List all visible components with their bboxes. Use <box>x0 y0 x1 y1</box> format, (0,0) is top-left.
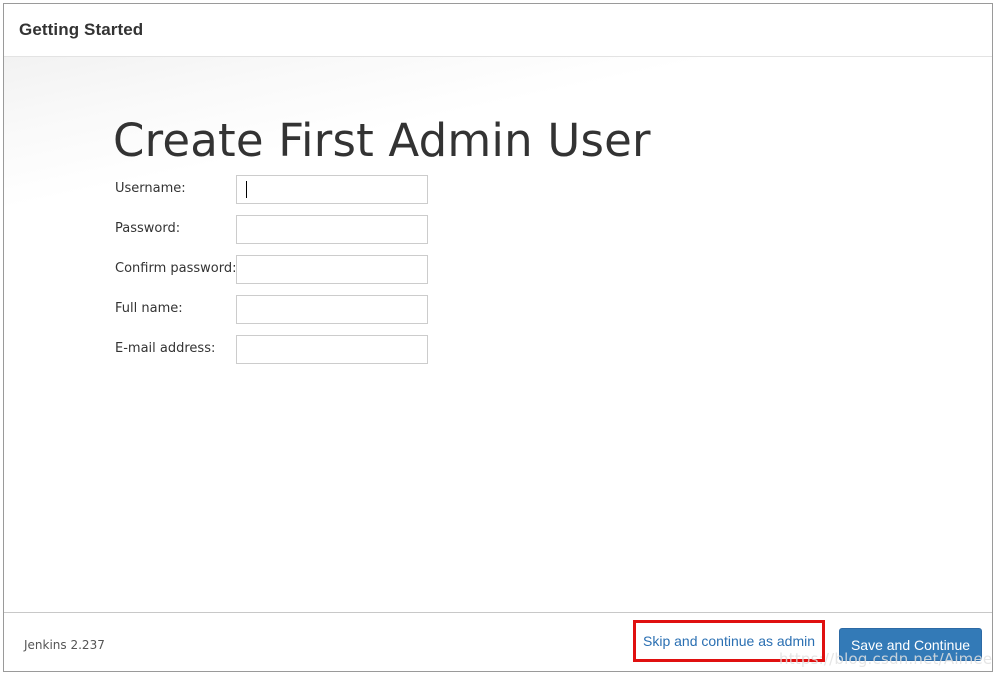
email-input[interactable] <box>236 335 428 364</box>
password-input[interactable] <box>236 215 428 244</box>
password-label: Password: <box>115 221 181 236</box>
confirm-password-input[interactable] <box>236 255 428 284</box>
username-label: Username: <box>115 181 186 196</box>
email-label: E-mail address: <box>115 341 216 356</box>
setup-wizard-dialog: Getting Started Create First Admin User … <box>3 3 993 672</box>
dialog-footer: Jenkins 2.237 Skip and continue as admin… <box>4 612 992 671</box>
username-input[interactable] <box>236 175 428 204</box>
confirm-password-label: Confirm password: <box>115 261 237 276</box>
jenkins-version: Jenkins 2.237 <box>24 638 105 652</box>
skip-and-continue-as-admin-link[interactable]: Skip and continue as admin <box>633 620 825 662</box>
dialog-title: Getting Started <box>19 20 144 39</box>
page-title: Create First Admin User <box>113 114 651 167</box>
full-name-label: Full name: <box>115 301 183 316</box>
save-and-continue-button[interactable]: Save and Continue <box>839 628 982 661</box>
text-caret <box>246 181 247 198</box>
full-name-input[interactable] <box>236 295 428 324</box>
dialog-body: Create First Admin User Username: Passwo… <box>4 57 992 612</box>
dialog-header: Getting Started <box>4 4 992 57</box>
